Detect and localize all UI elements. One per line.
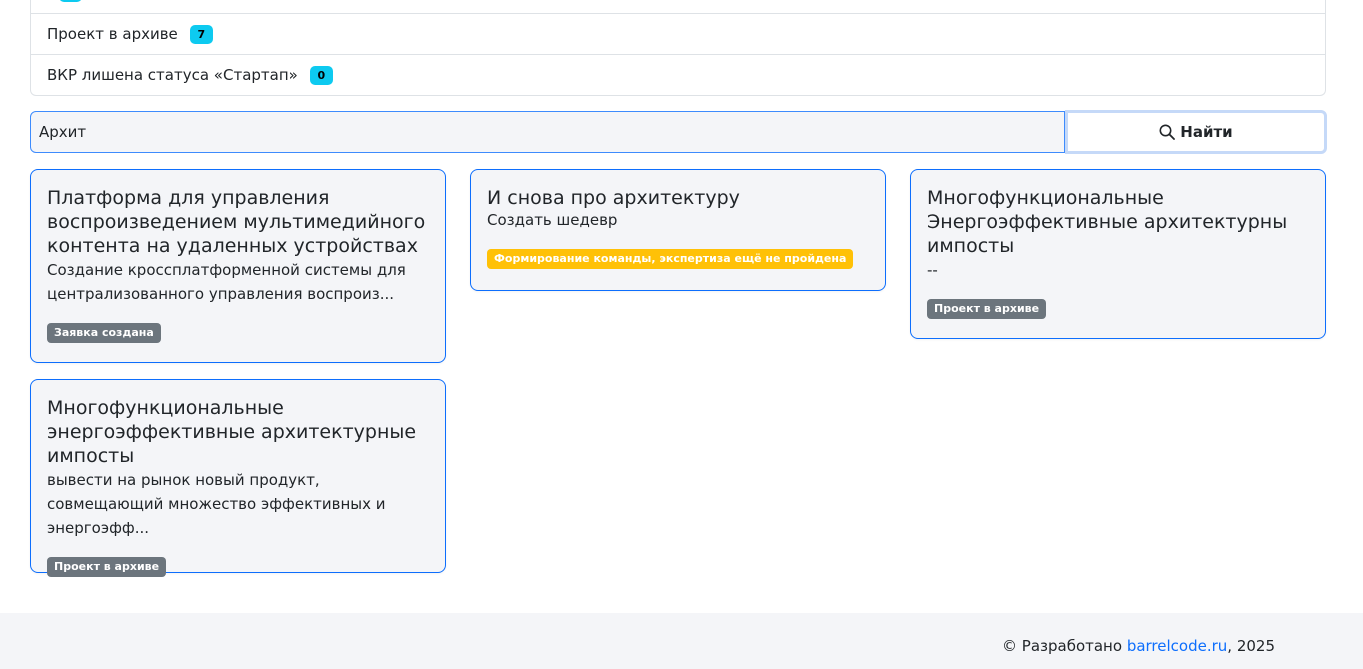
status-filter-list: Проект в архиве 7 ВКР лишена статуса «Ст…	[30, 0, 1326, 96]
status-filter-label: Проект в архиве	[47, 25, 178, 43]
search-group: Найти	[30, 110, 1327, 154]
search-input[interactable]	[30, 111, 1065, 153]
search-button[interactable]: Найти	[1065, 110, 1327, 154]
footer-link[interactable]: barrelcode.ru	[1127, 637, 1227, 655]
footer: © Разработано barrelcode.ru, 2025	[0, 613, 1363, 669]
footer-copyright: © Разработано barrelcode.ru, 2025	[1002, 637, 1275, 655]
status-badge: Заявка создана	[47, 323, 161, 343]
project-card[interactable]: И снова про архитектуру Создать шедевр Ф…	[470, 169, 886, 291]
card-description: Создать шедевр	[487, 211, 618, 229]
status-badge: Формирование команды, экспертиза ещё не …	[487, 249, 854, 269]
count-badge	[59, 0, 82, 2]
footer-suffix: , 2025	[1227, 637, 1275, 655]
status-filter-label: ВКР лишена статуса «Стартап»	[47, 66, 298, 84]
card-description: Создание кроссплатформенной системы для …	[47, 261, 406, 303]
card-description: --	[927, 261, 938, 279]
status-badge: Проект в архиве	[927, 299, 1047, 319]
count-badge: 0	[309, 65, 333, 85]
card-title: Многофункциональные Энергоэффективные ар…	[927, 187, 1288, 257]
status-badge: Проект в архиве	[47, 557, 167, 577]
project-card[interactable]: Многофункциональные Энергоэффективные ар…	[910, 169, 1326, 339]
footer-prefix: © Разработано	[1002, 637, 1127, 655]
card-title: Платформа для управления воспроизведение…	[47, 187, 426, 257]
search-button-label: Найти	[1180, 123, 1233, 141]
card-title: Многофункциональные энергоэффективные ар…	[47, 397, 417, 467]
project-card[interactable]: Многофункциональные энергоэффективные ар…	[30, 379, 446, 577]
status-filter-item[interactable]	[31, 0, 1325, 13]
status-filter-item-startup-revoked[interactable]: ВКР лишена статуса «Стартап» 0	[31, 54, 1325, 95]
page: Проект в архиве 7 ВКР лишена статуса «Ст…	[0, 0, 1363, 669]
card-description: вывести на рынок новый продукт, совмещаю…	[47, 471, 386, 537]
project-card[interactable]: Платформа для управления воспроизведение…	[30, 169, 446, 363]
search-icon	[1159, 124, 1176, 140]
count-badge: 7	[189, 24, 213, 44]
status-filter-item-archived[interactable]: Проект в архиве 7	[31, 13, 1325, 54]
card-title: И снова про архитектуру	[487, 187, 740, 209]
